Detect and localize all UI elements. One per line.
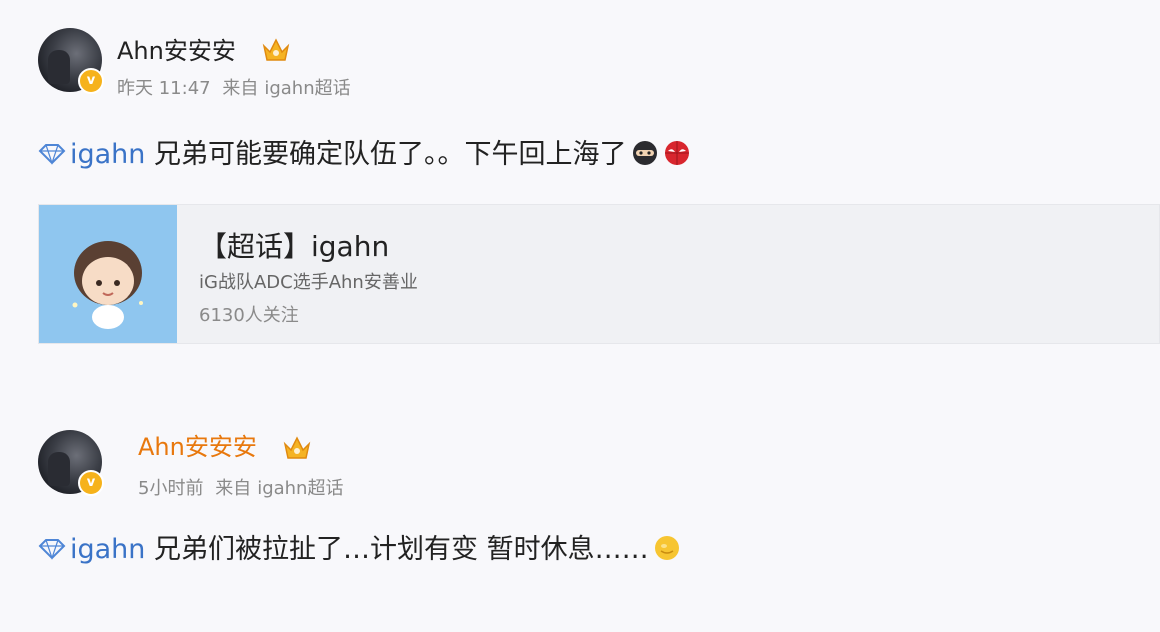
yellow-face-emoji-icon [654, 536, 679, 560]
post-content: igahn 兄弟们被拉扯了…计划有变 暂时休息…… [38, 533, 681, 567]
post-meta: 昨天 11:47 来自 igahn超话 [117, 74, 357, 100]
verified-badge-icon: v [78, 470, 104, 496]
avatar[interactable]: v [38, 430, 104, 496]
topic-link[interactable]: igahn [70, 139, 145, 170]
supertopic-diamond-icon [38, 539, 66, 560]
ninja-emoji-icon [632, 141, 657, 165]
topic-link[interactable]: igahn [70, 534, 145, 565]
source-prefix: 来自 [222, 78, 259, 99]
card-cover-image [39, 205, 177, 343]
post-time: 昨天 11:47 [117, 78, 211, 99]
post-content: igahn 兄弟可能要确定队伍了。。下午回上海了 [38, 138, 691, 172]
card-description: iG战队ADC选手Ahn安善业 [199, 272, 418, 293]
verified-badge-icon: v [78, 68, 104, 94]
card-title: 【超话】igahn [199, 230, 390, 263]
crown-icon [283, 436, 311, 459]
post-time: 5小时前 [138, 478, 204, 499]
spider-emoji-icon [664, 141, 689, 165]
username[interactable]: Ahn安安安 [138, 432, 257, 462]
source-link[interactable]: igahn超话 [264, 78, 350, 99]
crown-icon [262, 38, 290, 61]
source-prefix: 来自 [215, 478, 252, 499]
avatar[interactable]: v [38, 28, 104, 94]
post-meta: 5小时前 来自 igahn超话 [138, 474, 349, 500]
card-followers: 6130人关注 [199, 305, 299, 326]
post-text: 兄弟们被拉扯了…计划有变 暂时休息…… [145, 534, 649, 565]
supertopic-diamond-icon [38, 144, 66, 165]
source-link[interactable]: igahn超话 [257, 478, 343, 499]
supertopic-card[interactable]: 【超话】igahn iG战队ADC选手Ahn安善业 6130人关注 [38, 204, 1160, 344]
chibi-avatar-icon [72, 241, 143, 329]
username[interactable]: Ahn安安安 [117, 36, 236, 66]
post-text: 兄弟可能要确定队伍了。。下午回上海了 [145, 139, 627, 170]
